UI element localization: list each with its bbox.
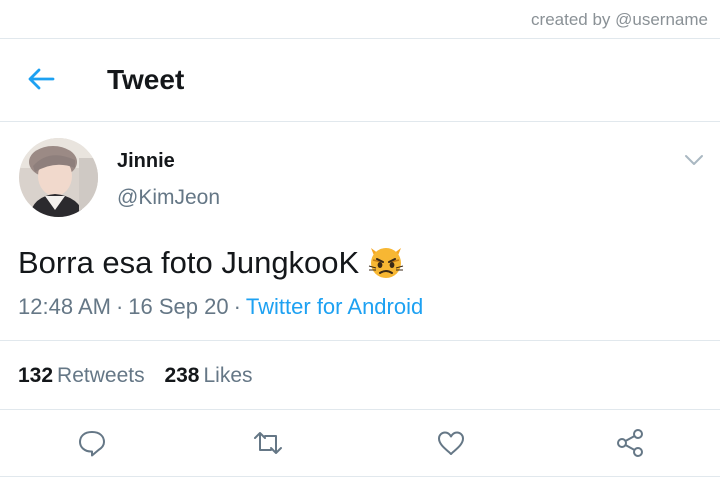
like-icon [438, 431, 464, 455]
reply-icon [79, 431, 105, 457]
like-button[interactable] [435, 428, 467, 458]
header: Tweet [0, 38, 720, 121]
avatar[interactable] [19, 138, 98, 217]
tweet-meta: 12:48 AM · 16 Sep 20 · Twitter for Android [18, 294, 423, 320]
user-handle[interactable]: @KimJeon [117, 186, 220, 210]
pouting-cat-face-icon [367, 242, 405, 280]
tweet-source-link[interactable]: Twitter for Android [246, 294, 423, 319]
retweets-count: 132 [18, 364, 54, 387]
more-options-button[interactable] [683, 152, 705, 168]
reply-button[interactable] [76, 428, 108, 458]
credit-text: created by @username [531, 10, 708, 29]
divider [0, 476, 720, 477]
divider [0, 340, 720, 341]
divider [0, 121, 720, 122]
retweet-button[interactable] [252, 428, 284, 458]
chevron-down-icon [685, 155, 703, 165]
likes-label: Likes [203, 364, 253, 387]
tweet-stats: 132 Retweets 238 Likes [18, 364, 267, 388]
retweet-icon [254, 432, 282, 454]
share-icon [617, 429, 643, 457]
retweets-label: Retweets [57, 364, 145, 387]
tweet-text-content: Borra esa foto JungkooK [18, 245, 360, 280]
top-bar: created by @username [0, 0, 720, 38]
likes-count: 238 [164, 364, 200, 387]
meta-separator: · [233, 294, 241, 319]
tweet-time: 12:48 AM [18, 294, 111, 319]
likes-stat[interactable]: 238 Likes [164, 364, 252, 388]
page-title: Tweet [107, 64, 185, 95]
retweets-stat[interactable]: 132 Retweets [18, 364, 145, 388]
arrow-left-icon [28, 68, 55, 90]
back-button[interactable] [26, 66, 56, 92]
share-button[interactable] [614, 428, 646, 458]
action-bar [0, 410, 720, 476]
display-name[interactable]: Jinnie [117, 150, 175, 173]
meta-separator: · [115, 294, 124, 319]
tweet-text: Borra esa foto JungkooK [18, 242, 405, 281]
tweet-date: 16 Sep 20 [128, 294, 229, 319]
